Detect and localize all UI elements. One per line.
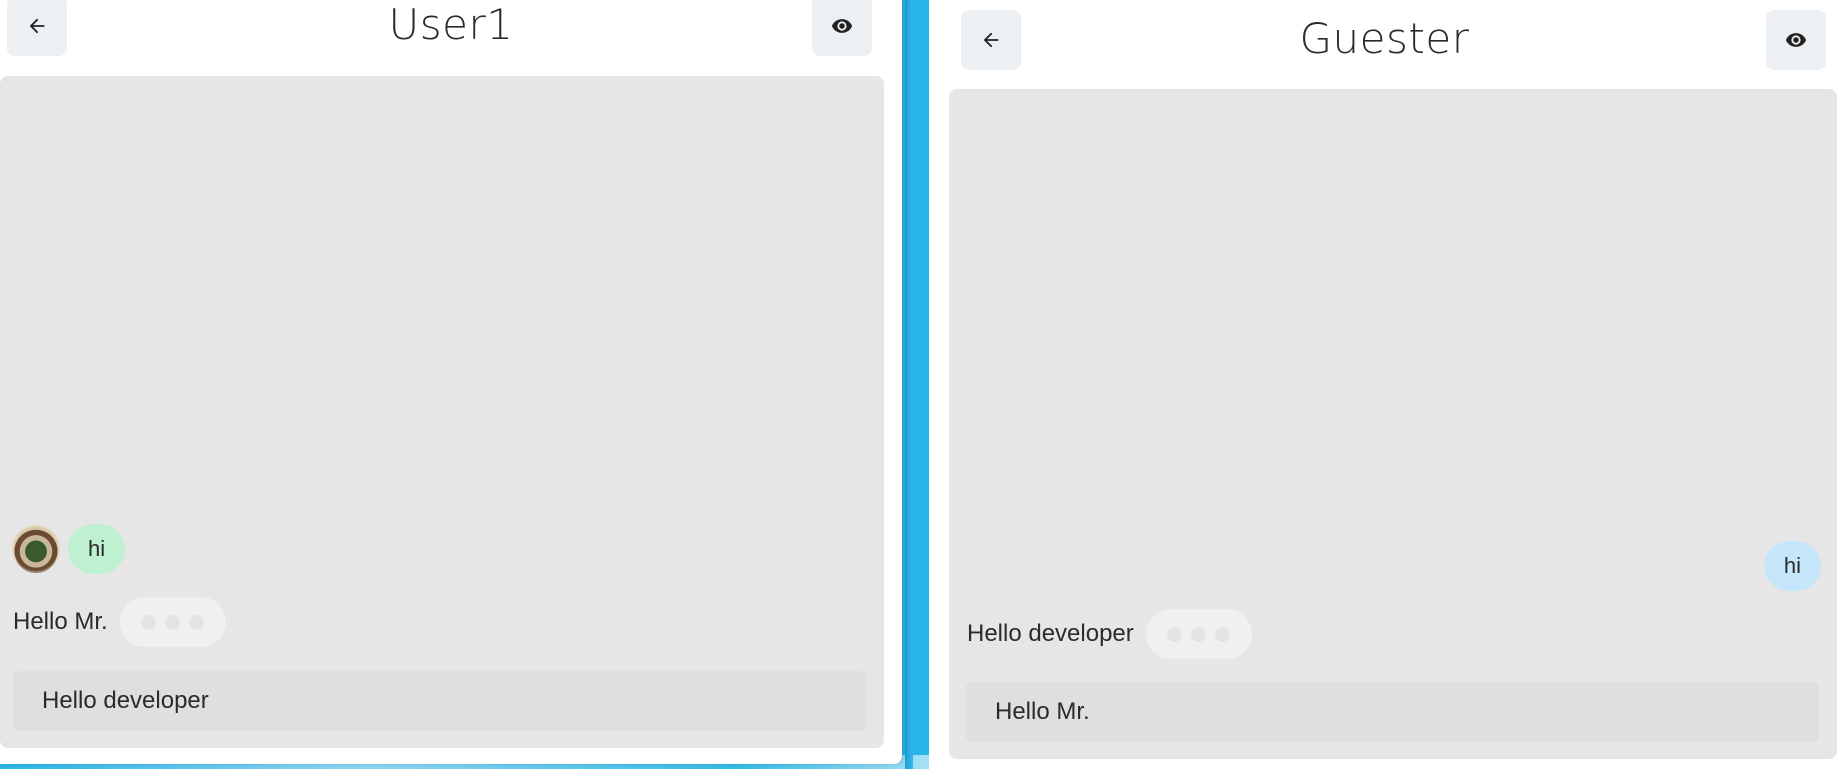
view-button[interactable] — [812, 0, 872, 56]
typing-dot — [1191, 626, 1207, 642]
message-row: hi — [1763, 541, 1821, 591]
view-button[interactable] — [1766, 10, 1826, 70]
eye-icon — [1785, 33, 1807, 47]
message-row: hi — [12, 524, 126, 574]
chat-window-right: Guester hi Hello developer — [929, 0, 1840, 769]
chat-header: Guester — [929, 0, 1840, 76]
avatar[interactable] — [12, 525, 60, 573]
message-bubble: hi — [1763, 541, 1821, 591]
typing-label: Hello Mr. — [13, 608, 108, 635]
message-input-box[interactable] — [966, 682, 1819, 742]
chat-window-left: User1 hi Hello Mr. — [0, 0, 902, 764]
typing-dot — [1215, 626, 1231, 642]
chat-header: User1 — [0, 0, 902, 76]
window-divider — [905, 0, 913, 769]
message-list[interactable]: hi Hello developer — [949, 89, 1837, 759]
typing-indicator — [119, 597, 226, 647]
eye-icon — [831, 19, 853, 33]
message-bubble: hi — [68, 524, 126, 574]
message-input-box[interactable] — [13, 671, 866, 731]
typing-indicator — [1145, 609, 1252, 659]
typing-dot — [141, 614, 157, 630]
chat-title: Guester — [1299, 14, 1470, 63]
typing-dot — [1167, 626, 1183, 642]
message-input[interactable] — [993, 697, 1819, 727]
chat-title: User1 — [388, 0, 514, 49]
message-list[interactable]: hi Hello Mr. — [0, 76, 884, 748]
typing-dot — [189, 614, 205, 630]
typing-dot — [165, 614, 181, 630]
typing-indicator-row: Hello Mr. — [13, 597, 226, 647]
message-input[interactable] — [40, 686, 866, 716]
typing-label: Hello developer — [967, 620, 1134, 647]
typing-indicator-row: Hello developer — [967, 609, 1252, 659]
